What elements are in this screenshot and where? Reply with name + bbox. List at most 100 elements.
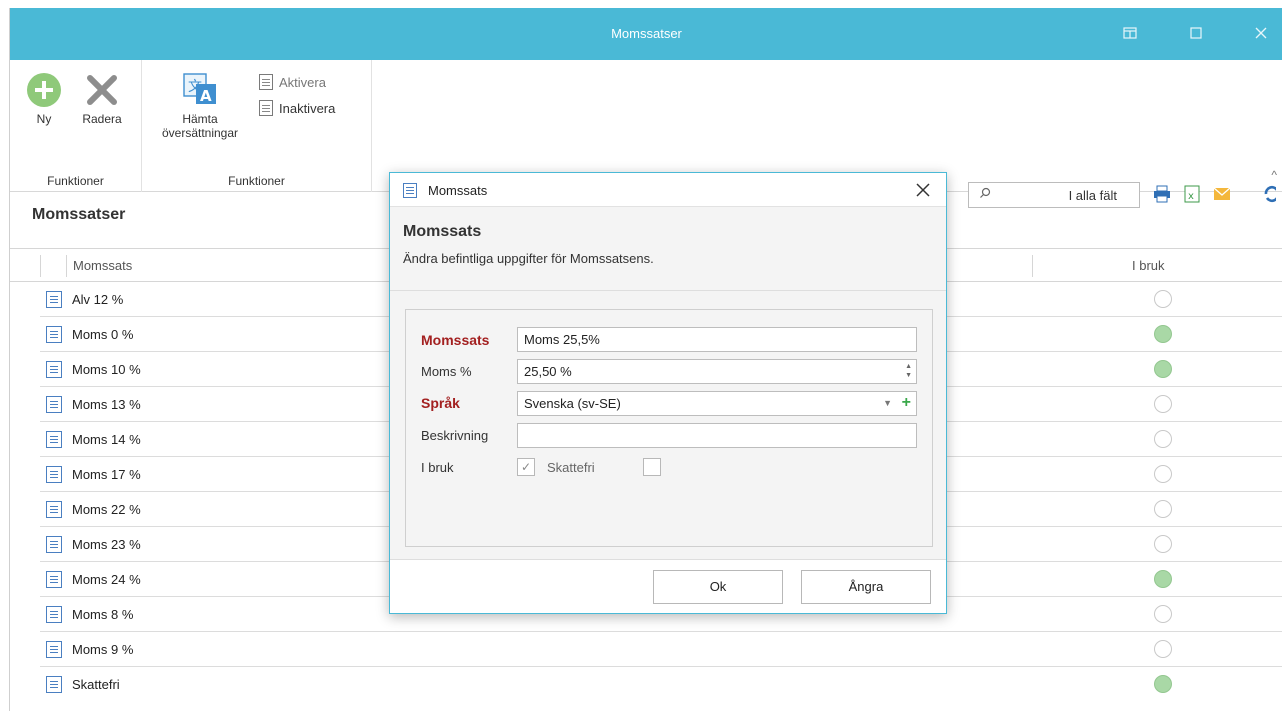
in-use-indicator <box>1154 570 1172 588</box>
document-icon <box>259 100 273 116</box>
excel-export-icon[interactable]: x <box>1182 184 1202 206</box>
table-row[interactable]: Moms 9 % <box>40 632 1282 667</box>
document-icon <box>46 501 62 518</box>
delete-x-icon <box>87 75 117 105</box>
translate-icon: 文 A <box>183 73 216 105</box>
fetch-translations-label-2: översättningar <box>161 126 239 140</box>
close-icon[interactable] <box>1253 26 1269 42</box>
percent-stepper[interactable]: 25,50 % ▲ ▼ <box>517 359 917 384</box>
chevron-down-icon[interactable]: ▼ <box>883 392 892 415</box>
fetch-translations-label-1: Hämta <box>182 112 218 126</box>
activate-label: Aktivera <box>279 74 326 90</box>
email-icon[interactable] <box>1212 184 1232 206</box>
column-header-name[interactable]: Momssats <box>66 255 132 277</box>
deactivate-label: Inaktivera <box>279 100 336 116</box>
language-select[interactable]: Svenska (sv-SE) ▼ + <box>517 391 917 416</box>
ribbon-group-label: Funktioner <box>228 174 285 188</box>
row-label: Moms 0 % <box>72 327 134 342</box>
dialog-form: Momssats Moms 25,5% Moms % 25,50 % ▲ ▼ Sp… <box>405 309 933 547</box>
document-icon <box>46 361 62 378</box>
restore-layout-icon[interactable] <box>1122 26 1138 42</box>
add-language-icon[interactable]: + <box>902 391 911 414</box>
row-label: Moms 13 % <box>72 397 141 412</box>
edit-vat-dialog: Momssats Momssats Ändra befintliga uppgi… <box>389 172 947 614</box>
tax-free-label: Skattefri <box>547 460 595 475</box>
row-label: Moms 24 % <box>72 572 141 587</box>
refresh-icon[interactable] <box>1262 184 1276 206</box>
collapse-ribbon-icon[interactable]: ^ <box>1271 168 1277 182</box>
title-bar: Momssatser <box>10 8 1282 60</box>
add-icon <box>27 73 61 107</box>
table-row[interactable]: Skattefri <box>40 667 1282 702</box>
in-use-indicator <box>1154 430 1172 448</box>
spin-arrows-icon[interactable]: ▲ ▼ <box>905 362 912 380</box>
fetch-translations-button[interactable]: 文 A Hämta översättningar <box>152 72 248 140</box>
row-label: Moms 8 % <box>72 607 134 622</box>
new-button[interactable]: Ny <box>24 72 64 126</box>
row-label: Moms 9 % <box>72 642 134 657</box>
description-field[interactable] <box>517 423 917 448</box>
tax-free-checkbox[interactable] <box>643 458 661 476</box>
percent-value: 25,50 % <box>524 364 572 379</box>
document-icon <box>46 606 62 623</box>
row-label: Moms 10 % <box>72 362 141 377</box>
document-icon <box>46 536 62 553</box>
document-icon <box>259 74 273 90</box>
in-use-checkbox[interactable]: ✓ <box>517 458 535 476</box>
column-header-in-use[interactable]: I bruk <box>1132 255 1165 277</box>
in-use-indicator <box>1154 500 1172 518</box>
column-divider <box>1032 255 1033 277</box>
delete-button-label: Radera <box>82 112 122 126</box>
window-title: Momssatser <box>611 26 682 41</box>
in-use-indicator <box>1154 325 1172 343</box>
language-label: Språk <box>421 395 460 411</box>
svg-text:x: x <box>1188 191 1194 202</box>
deactivate-button[interactable]: Inaktivera <box>259 100 335 116</box>
dialog-close-icon[interactable] <box>916 179 930 201</box>
document-icon <box>46 291 62 308</box>
search-icon <box>979 187 991 202</box>
document-icon <box>46 571 62 588</box>
ribbon-group-functions-2: 文 A Hämta översättningar Aktivera Inakti… <box>142 60 372 192</box>
ok-button[interactable]: Ok <box>653 570 783 604</box>
search-input[interactable]: I alla fält <box>968 182 1140 208</box>
in-use-label: I bruk <box>421 460 454 475</box>
description-label: Beskrivning <box>421 428 489 443</box>
document-icon <box>46 676 62 693</box>
row-label: Moms 22 % <box>72 502 141 517</box>
in-use-indicator <box>1154 675 1172 693</box>
document-icon <box>46 326 62 343</box>
dialog-footer: Ok Ångra <box>390 559 946 613</box>
name-label: Momssats <box>421 332 490 348</box>
row-label: Moms 17 % <box>72 467 141 482</box>
language-value: Svenska (sv-SE) <box>524 396 621 411</box>
activate-button[interactable]: Aktivera <box>259 74 326 90</box>
delete-button[interactable]: Radera <box>78 72 126 126</box>
dialog-description: Ändra befintliga uppgifter för Momssatse… <box>403 251 654 266</box>
row-label: Moms 14 % <box>72 432 141 447</box>
dialog-title: Momssats <box>428 183 488 198</box>
ribbon-group-label: Funktioner <box>47 174 104 188</box>
new-button-label: Ny <box>36 112 52 126</box>
print-icon[interactable] <box>1152 184 1172 206</box>
dialog-subheader: Momssats Ändra befintliga uppgifter för … <box>390 207 946 291</box>
row-label: Skattefri <box>72 677 120 692</box>
row-label: Alv 12 % <box>72 292 124 307</box>
document-icon <box>46 641 62 658</box>
document-icon <box>46 396 62 413</box>
list-title: Momssatser <box>32 206 126 223</box>
in-use-indicator <box>1154 465 1172 483</box>
name-field[interactable]: Moms 25,5% <box>517 327 917 352</box>
in-use-indicator <box>1154 640 1172 658</box>
name-value: Moms 25,5% <box>524 332 600 347</box>
svg-text:A: A <box>200 87 212 105</box>
dialog-heading: Momssats <box>403 223 482 240</box>
row-label: Moms 23 % <box>72 537 141 552</box>
in-use-indicator <box>1154 290 1172 308</box>
in-use-indicator <box>1154 535 1172 553</box>
maximize-icon[interactable] <box>1188 26 1204 42</box>
cancel-button[interactable]: Ångra <box>801 570 931 604</box>
dialog-header: Momssats <box>390 173 946 207</box>
document-icon <box>46 466 62 483</box>
document-icon <box>46 431 62 448</box>
